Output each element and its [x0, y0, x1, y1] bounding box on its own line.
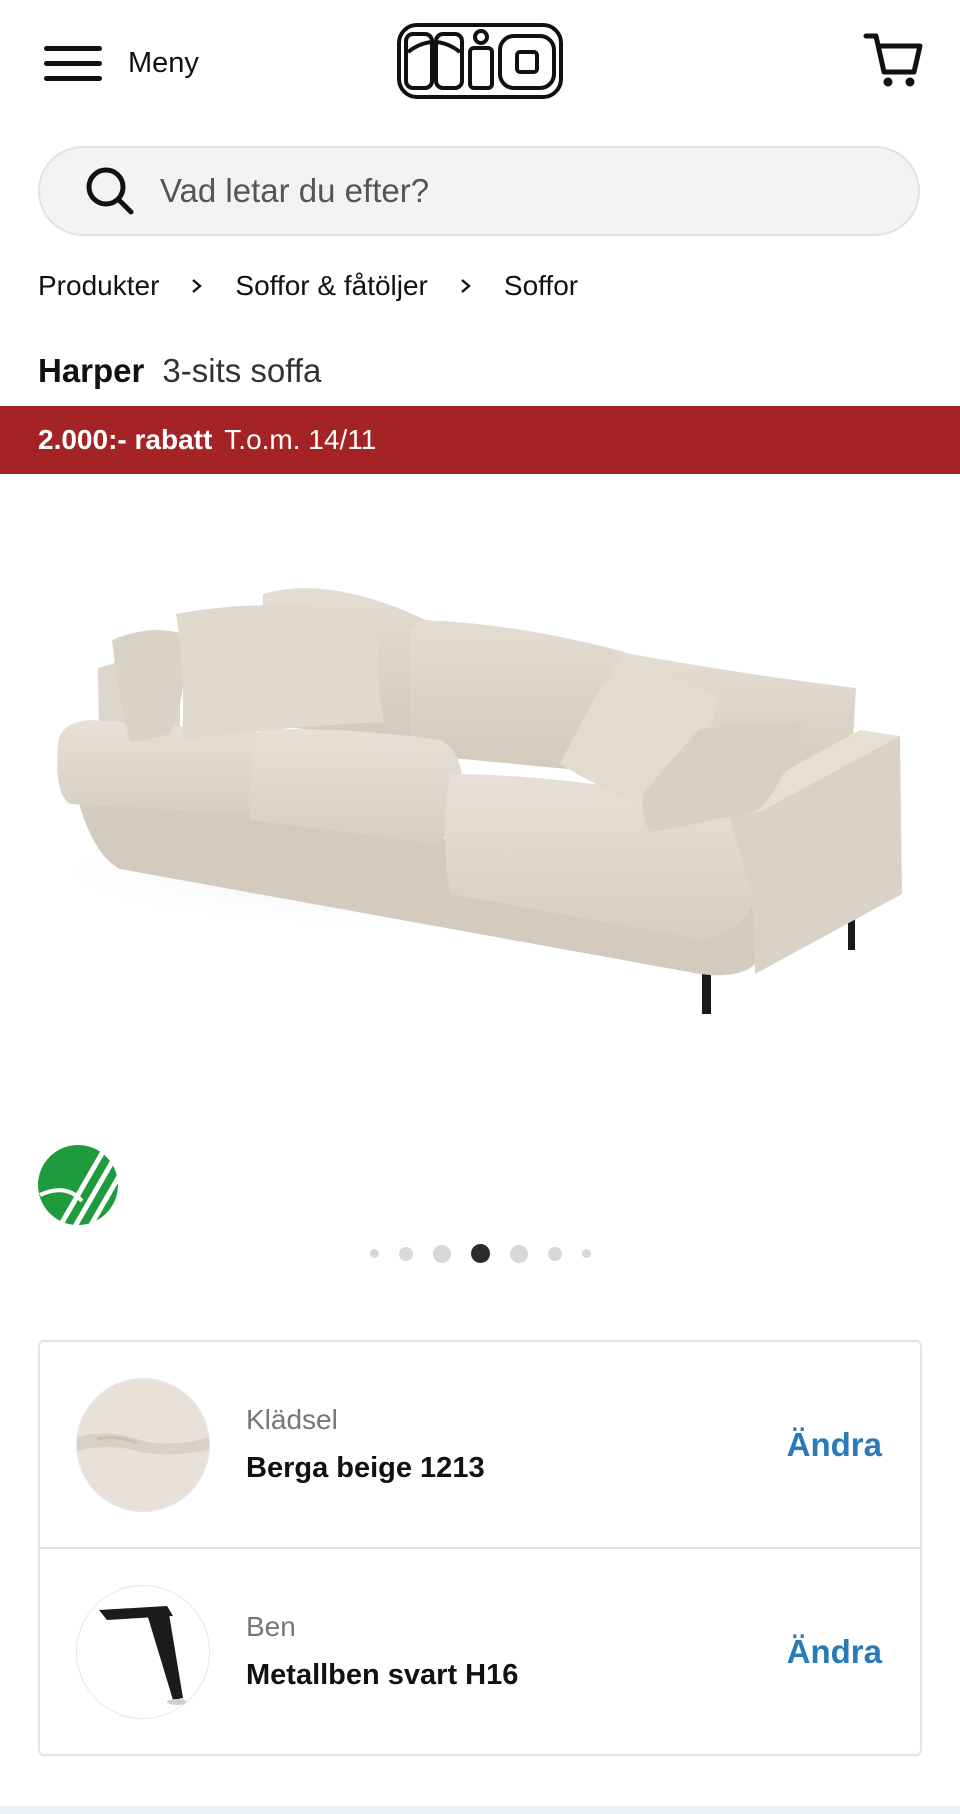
leg-swatch [76, 1584, 210, 1719]
swan-ecolabel-icon [38, 1145, 118, 1225]
gallery-dot[interactable] [432, 1244, 451, 1263]
gallery-dot[interactable] [509, 1244, 528, 1263]
promo-valid-until: T.o.m. 14/11 [224, 424, 377, 455]
breadcrumb-soffor[interactable]: Soffor [504, 270, 578, 302]
search-icon [86, 167, 134, 215]
menu-button[interactable]: Meny [42, 34, 199, 92]
menu-label: Meny [128, 46, 199, 79]
cart-icon[interactable] [862, 30, 924, 92]
gallery-dot[interactable] [398, 1246, 413, 1261]
product-title: Harper 3-sits soffa [38, 352, 321, 390]
option-value: Berga beige 1213 [246, 1452, 485, 1484]
promo-banner: 2.000:- rabatt T.o.m. 14/11 [0, 406, 960, 474]
option-value: Metallben svart H16 [246, 1659, 519, 1691]
change-upholstery-button[interactable]: Ändra [787, 1426, 882, 1464]
header: Meny [0, 0, 960, 130]
breadcrumb: Produkter Soffor & fåtöljer Soffor [38, 270, 578, 302]
gallery-dot[interactable] [369, 1249, 379, 1258]
chevron-right-icon [192, 279, 203, 293]
mio-logo[interactable] [396, 22, 564, 100]
chevron-right-icon [461, 279, 471, 293]
change-legs-button[interactable]: Ändra [787, 1633, 882, 1671]
search-input[interactable] [158, 171, 862, 211]
hamburger-icon [42, 40, 104, 86]
option-label: Klädsel [246, 1404, 338, 1435]
gallery-dot-active[interactable] [470, 1244, 490, 1263]
promo-discount: 2.000:- rabatt [38, 424, 213, 455]
product-image[interactable] [0, 474, 960, 1114]
option-label: Ben [246, 1611, 296, 1642]
gallery-pagination [0, 1244, 960, 1263]
fabric-swatch [76, 1377, 210, 1512]
gallery-dot[interactable] [581, 1249, 591, 1258]
option-row-upholstery: Klädsel Berga beige 1213 Ändra [40, 1342, 920, 1547]
option-row-legs: Ben Metallben svart H16 Ändra [40, 1547, 920, 1754]
breadcrumb-soffor-fatoljer[interactable]: Soffor & fåtöljer [235, 270, 427, 302]
gallery-dot[interactable] [547, 1246, 562, 1261]
search-bar[interactable] [38, 146, 920, 236]
product-options: Klädsel Berga beige 1213 Ändra Ben Metal… [38, 1340, 922, 1756]
bottom-strip [0, 1806, 960, 1814]
breadcrumb-produkter[interactable]: Produkter [38, 270, 159, 302]
product-type: 3-sits soffa [162, 352, 322, 389]
product-name: Harper [38, 352, 145, 389]
